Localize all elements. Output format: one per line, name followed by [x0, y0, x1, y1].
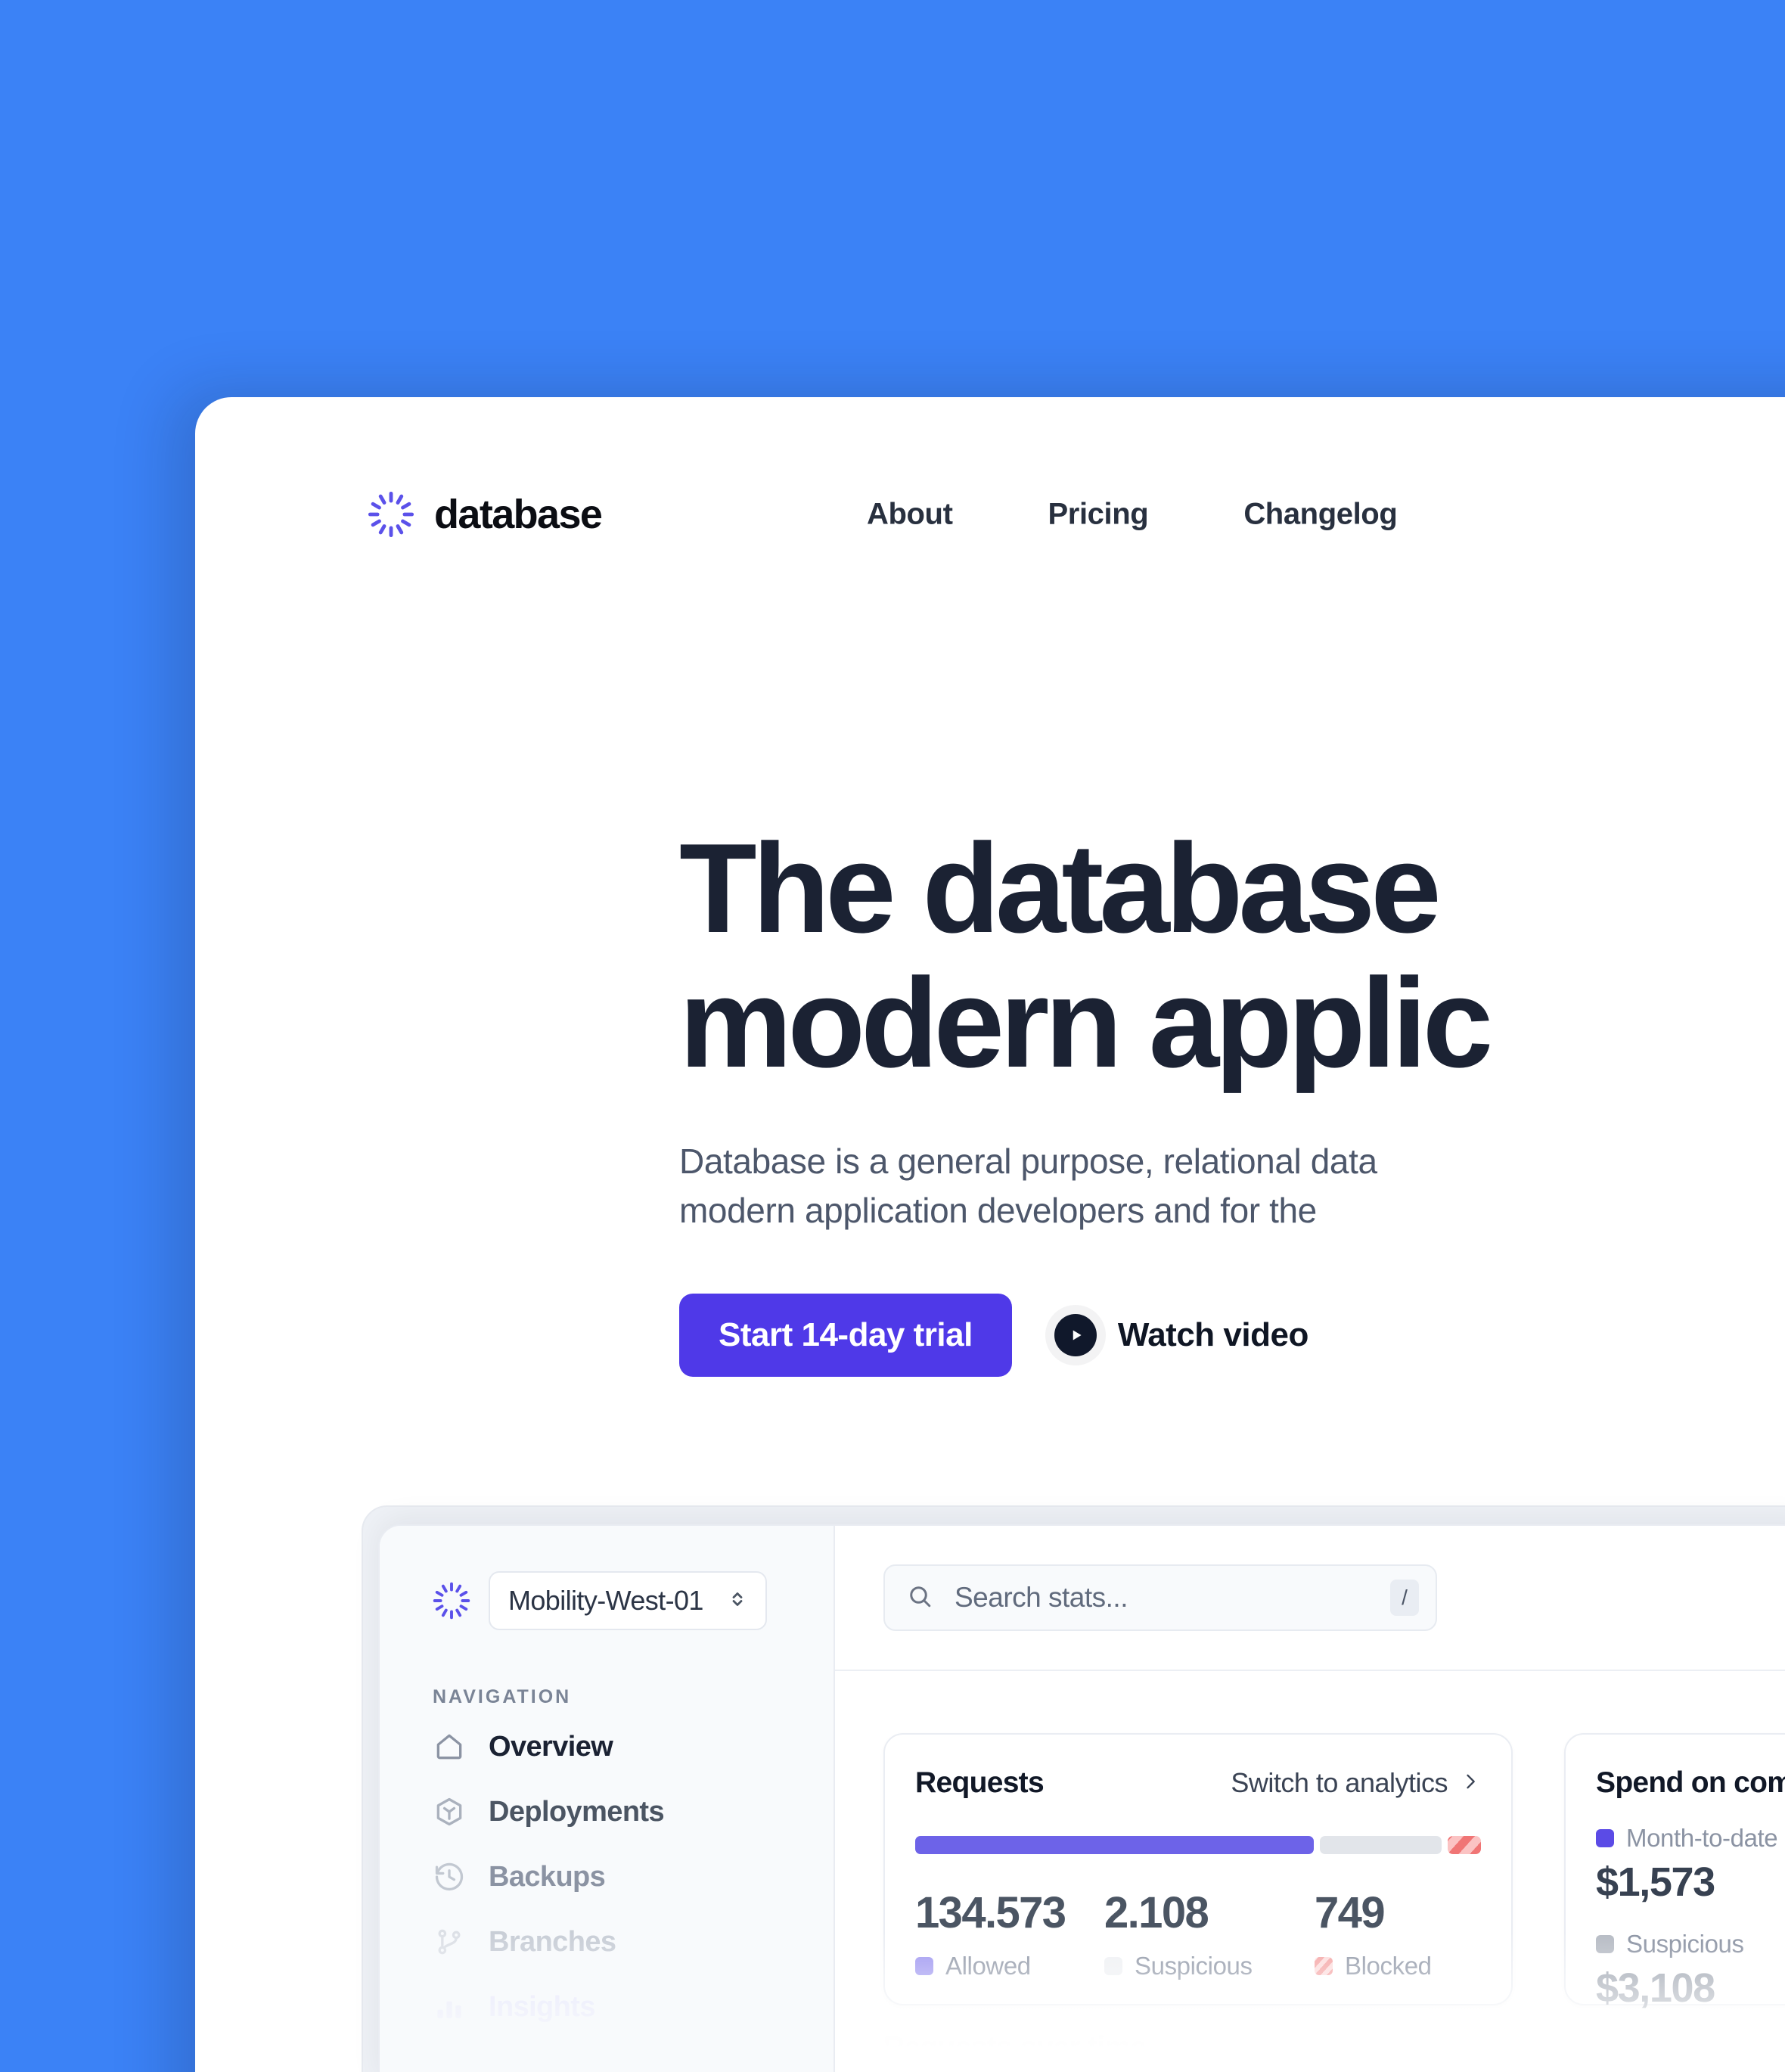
stat-value: 2.108	[1104, 1888, 1209, 1937]
segment-suspicious	[1320, 1836, 1442, 1854]
chevron-up-down-icon	[726, 1588, 749, 1614]
segment-blocked	[1448, 1836, 1482, 1854]
spend-value: $3,108	[1596, 1965, 1715, 2011]
requests-card-header: Requests Switch to analytics	[915, 1766, 1481, 1800]
stat-blocked: 749 Blocked	[1315, 1887, 1432, 1980]
sidebar-item-overview[interactable]: Overview	[380, 1714, 834, 1779]
sidebar-item-label: Overview	[489, 1730, 613, 1763]
chevron-right-icon	[1460, 1767, 1481, 1799]
switch-to-analytics-link[interactable]: Switch to analytics	[1231, 1767, 1481, 1799]
spend-row-suspicious: Suspicious $3,108	[1596, 1930, 1785, 2011]
hero-actions: Start 14-day trial Watch video	[679, 1293, 1785, 1377]
start-trial-button[interactable]: Start 14-day trial	[679, 1293, 1012, 1377]
nav-link-about[interactable]: About	[867, 490, 953, 539]
hero-title-line-2: modern applic	[679, 952, 1493, 1095]
project-switcher-row: Mobility-West-01	[380, 1526, 834, 1630]
requests-stats: 134.573 Allowed 2.108 Suspicious 749 Blo…	[915, 1887, 1481, 1980]
sidebar-item-label: Insights	[489, 1990, 595, 2023]
page-title: The database modern applic	[679, 821, 1785, 1090]
hero-subtitle-line-2: modern application developers and for th…	[679, 1191, 1317, 1231]
sidebar-item-label: Branches	[489, 1925, 616, 1958]
spend-value: $1,573	[1596, 1859, 1715, 1905]
brand-logo[interactable]: database	[368, 491, 603, 538]
switch-to-analytics-label: Switch to analytics	[1231, 1767, 1448, 1798]
search-placeholder: Search stats...	[955, 1582, 1128, 1613]
sunburst-logo-icon	[433, 1582, 470, 1620]
sidebar-item-label: Backups	[489, 1860, 606, 1893]
home-icon	[433, 1730, 466, 1763]
stat-label: Allowed	[945, 1952, 1031, 1980]
sidebar-item-insights[interactable]: Insights	[380, 1974, 834, 2039]
history-clock-icon	[433, 1860, 466, 1893]
sidebar-item-deployments[interactable]: Deployments	[380, 1779, 834, 1844]
stat-value: 134.573	[915, 1888, 1066, 1937]
dashboard-topbar: Search stats... /	[835, 1526, 1785, 1671]
search-input[interactable]: Search stats... /	[883, 1564, 1437, 1631]
legend-swatch-month-to-date	[1596, 1829, 1614, 1847]
play-icon	[1054, 1313, 1097, 1356]
stat-value: 749	[1315, 1888, 1386, 1937]
requests-segmented-bar	[915, 1836, 1482, 1854]
watch-video-button[interactable]: Watch video	[1054, 1313, 1309, 1356]
git-branch-icon	[433, 1925, 466, 1959]
stat-legend: Suspicious	[1104, 1952, 1315, 1980]
search-icon	[906, 1583, 933, 1614]
dashboard-mockup: Mobility-West-01 NAVIGATION Overview Dep…	[378, 1524, 1785, 2072]
dashboard-sidebar: Mobility-West-01 NAVIGATION Overview Dep…	[380, 1526, 835, 2072]
stat-label: Blocked	[1345, 1952, 1432, 1980]
spend-legend: Suspicious	[1596, 1930, 1785, 1959]
spend-label: Month-to-date	[1626, 1824, 1778, 1852]
spend-card: Spend on compute Month-to-date $1,573 Su…	[1564, 1733, 1785, 2011]
dashboard-main: Search stats... / Requests Switch to ana…	[835, 1526, 1785, 2072]
legend-swatch-suspicious	[1104, 1957, 1122, 1975]
site-nav: About Pricing Changelog	[867, 490, 1398, 539]
stat-legend: Allowed	[915, 1952, 1104, 1980]
sunburst-logo-icon	[368, 491, 414, 538]
hero-subtitle: Database is a general purpose, relationa…	[679, 1137, 1785, 1236]
requests-card-title: Requests	[915, 1766, 1045, 1799]
requests-over-time-title: Requests over time	[883, 2031, 1147, 2064]
legend-swatch-suspicious	[1596, 1935, 1614, 1953]
requests-card: Requests Switch to analytics 134.573 All…	[883, 1733, 1513, 2005]
sidebar-nav-heading: NAVIGATION	[433, 1686, 572, 1707]
hero-title-line-1: The database	[679, 817, 1442, 959]
spend-row-month-to-date: Month-to-date $1,573	[1596, 1824, 1785, 1906]
legend-swatch-blocked	[1315, 1957, 1333, 1975]
sidebar-item-label: Deployments	[489, 1795, 665, 1828]
brand-name: database	[434, 492, 603, 537]
bar-chart-icon	[433, 1990, 466, 2024]
hero-section: The database modern applic Database is a…	[679, 821, 1785, 1377]
hero-subtitle-line-1: Database is a general purpose, relationa…	[679, 1142, 1377, 1182]
site-header: database About Pricing Changelog	[368, 473, 1785, 556]
spend-card-title: Spend on compute	[1596, 1766, 1785, 1799]
nav-link-pricing[interactable]: Pricing	[1048, 490, 1149, 539]
watch-video-label: Watch video	[1117, 1316, 1309, 1353]
screenshot-root: database About Pricing Changelog The dat…	[0, 0, 1785, 2072]
project-selector-value: Mobility-West-01	[508, 1585, 703, 1616]
segment-allowed	[915, 1836, 1315, 1854]
spend-legend: Month-to-date	[1596, 1824, 1785, 1853]
stat-suspicious: 2.108 Suspicious	[1104, 1887, 1315, 1980]
stat-cards-row: Requests Switch to analytics 134.573 All…	[835, 1671, 1785, 2011]
sidebar-item-branches[interactable]: Branches	[380, 1909, 834, 1974]
nav-link-changelog[interactable]: Changelog	[1243, 490, 1397, 539]
stat-legend: Blocked	[1315, 1952, 1432, 1980]
stat-label: Suspicious	[1135, 1952, 1253, 1980]
search-shortcut-badge: /	[1390, 1580, 1419, 1616]
project-selector[interactable]: Mobility-West-01	[489, 1571, 767, 1630]
spend-label: Suspicious	[1626, 1930, 1744, 1958]
stat-allowed: 134.573 Allowed	[915, 1887, 1104, 1980]
legend-swatch-allowed	[915, 1957, 933, 1975]
cube-icon	[433, 1795, 466, 1828]
sidebar-item-backups[interactable]: Backups	[380, 1844, 834, 1909]
